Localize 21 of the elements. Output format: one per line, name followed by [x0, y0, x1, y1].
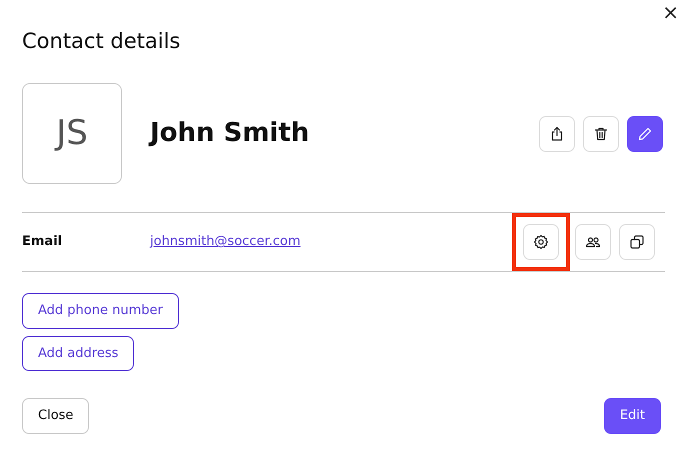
contact-name: John Smith: [150, 117, 310, 150]
share-icon: [549, 126, 565, 142]
pencil-icon: [637, 126, 653, 142]
close-button[interactable]: ×: [658, 0, 683, 24]
add-button[interactable]: Add phone number: [22, 293, 179, 329]
edit-button[interactable]: [627, 116, 663, 152]
add-button[interactable]: Add address: [22, 336, 134, 372]
email-label: Email: [22, 233, 64, 252]
edit-button[interactable]: Edit: [604, 398, 661, 434]
dialog-title: Contact details: [22, 28, 182, 54]
avatar: JS: [22, 83, 122, 184]
email-link[interactable]: johnsmith@soccer.com: [150, 232, 300, 252]
settings-button[interactable]: [523, 224, 559, 260]
share-button[interactable]: [539, 116, 575, 152]
delete-button[interactable]: [583, 116, 619, 152]
settings-icon: [533, 234, 549, 250]
close-button[interactable]: Close: [22, 398, 90, 434]
copy-icon: [629, 234, 645, 250]
people-button[interactable]: [575, 224, 611, 260]
copy-button[interactable]: [619, 224, 655, 260]
delete-icon: [593, 126, 609, 142]
